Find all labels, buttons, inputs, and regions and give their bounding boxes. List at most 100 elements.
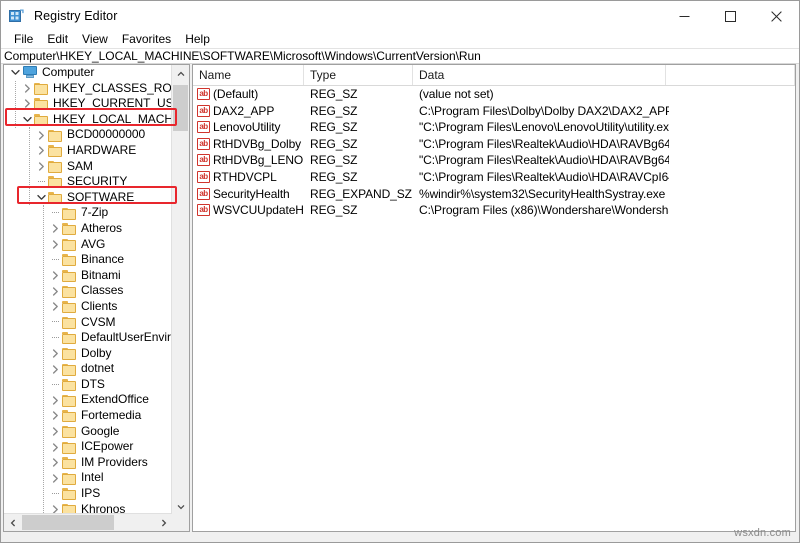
tree-item-atheros[interactable]: Atheros	[4, 221, 172, 237]
chevron-up-icon	[177, 71, 185, 77]
maximize-button[interactable]	[707, 1, 753, 31]
chevron-down-icon[interactable]	[34, 190, 48, 206]
value-row[interactable]: abRtHDVBg_DolbyREG_SZ"C:\Program Files\R…	[193, 136, 795, 153]
chevron-right-icon[interactable]	[34, 127, 48, 143]
tree-item-im-providers[interactable]: IM Providers	[4, 455, 172, 471]
tree-item-dotnet[interactable]: dotnet	[4, 361, 172, 377]
chevron-right-icon[interactable]	[34, 159, 48, 175]
tree-item-classes[interactable]: Classes	[4, 283, 172, 299]
value-row[interactable]: abLenovoUtilityREG_SZ"C:\Program Files\L…	[193, 119, 795, 136]
tree-item-hkey-current-user[interactable]: HKEY_CURRENT_USER	[4, 96, 172, 112]
tree-leaf-connector	[34, 174, 48, 190]
tree-item-defaultuserenvironn[interactable]: DefaultUserEnvironn	[4, 330, 172, 346]
tree-item-label: dotnet	[81, 361, 114, 377]
menu-item-help[interactable]: Help	[178, 31, 217, 48]
chevron-right-icon[interactable]	[48, 283, 62, 299]
chevron-right-icon[interactable]	[48, 221, 62, 237]
minimize-button[interactable]	[661, 1, 707, 31]
folder-icon	[62, 253, 77, 266]
value-row[interactable]: ab(Default)REG_SZ(value not set)	[193, 86, 795, 103]
chevron-right-icon[interactable]	[48, 392, 62, 408]
tree-item-extendoffice[interactable]: ExtendOffice	[4, 392, 172, 408]
tree-horizontal-scroll-thumb[interactable]	[22, 515, 114, 530]
tree-item-label: HKEY_CURRENT_USER	[53, 96, 172, 112]
chevron-right-icon[interactable]	[48, 455, 62, 471]
values-list[interactable]: ab(Default)REG_SZ(value not set)abDAX2_A…	[193, 86, 795, 219]
chevron-right-icon[interactable]	[48, 408, 62, 424]
tree-horizontal-scrollbar[interactable]	[4, 513, 172, 531]
registry-editor-window: Registry Editor File Edit V	[0, 0, 800, 543]
tree-item-7-zip[interactable]: 7-Zip	[4, 205, 172, 221]
chevron-right-icon[interactable]	[48, 299, 62, 315]
string-value-icon: ab	[197, 204, 210, 216]
value-row[interactable]: abWSVCUUpdateH...REG_SZC:\Program Files …	[193, 202, 795, 219]
value-row[interactable]: abSecurityHealthREG_EXPAND_SZ%windir%\sy…	[193, 186, 795, 203]
tree-scroll-right-button[interactable]	[155, 514, 172, 531]
tree-leaf-connector	[48, 252, 62, 268]
tree-item-hkey-classes-root[interactable]: HKEY_CLASSES_ROOT	[4, 81, 172, 97]
chevron-right-icon[interactable]	[48, 361, 62, 377]
tree-item-label: Atheros	[81, 221, 122, 237]
tree-vertical-scrollbar[interactable]	[171, 65, 189, 515]
tree-connector-line	[29, 127, 30, 205]
chevron-right-icon[interactable]	[48, 237, 62, 253]
tree-item-icepower[interactable]: ICEpower	[4, 439, 172, 455]
menu-item-favorites[interactable]: Favorites	[115, 31, 178, 48]
tree-item-label: ICEpower	[81, 439, 133, 455]
chevron-right-icon[interactable]	[20, 81, 34, 97]
value-type: REG_SZ	[310, 169, 415, 186]
tree-item-dolby[interactable]: Dolby	[4, 346, 172, 362]
string-value-icon: ab	[197, 121, 210, 133]
tree-item-label: Google	[81, 424, 119, 440]
computer-icon	[22, 66, 38, 79]
tree-item-computer[interactable]: Computer	[4, 65, 172, 81]
value-type: REG_SZ	[310, 103, 415, 120]
chevron-right-icon[interactable]	[48, 424, 62, 440]
menu-item-view[interactable]: View	[75, 31, 115, 48]
column-header-type[interactable]: Type	[304, 65, 413, 85]
tree-item-label: SECURITY	[67, 174, 127, 190]
value-data: C:\Program Files\Dolby\Dolby DAX2\DAX2_A…	[419, 103, 669, 120]
chevron-right-icon[interactable]	[48, 470, 62, 486]
minimize-icon	[679, 11, 690, 22]
tree-scroll-up-button[interactable]	[172, 65, 189, 82]
column-header-name[interactable]: Name	[193, 65, 304, 85]
chevron-right-icon[interactable]	[48, 268, 62, 284]
chevron-down-icon[interactable]	[8, 65, 22, 81]
tree-item-label: Bitnami	[81, 268, 121, 284]
tree-item-dts[interactable]: DTS	[4, 377, 172, 393]
chevron-right-icon[interactable]	[48, 439, 62, 455]
value-row[interactable]: abRTHDVCPLREG_SZ"C:\Program Files\Realte…	[193, 169, 795, 186]
value-row[interactable]: abRtHDVBg_LENO...REG_SZ"C:\Program Files…	[193, 152, 795, 169]
column-header-data[interactable]: Data	[413, 65, 666, 85]
chevron-right-icon[interactable]	[20, 96, 34, 112]
tree-item-ips[interactable]: IPS	[4, 486, 172, 502]
tree-item-cvsm[interactable]: CVSM	[4, 315, 172, 331]
menu-item-edit[interactable]: Edit	[40, 31, 75, 48]
registry-editor-icon	[9, 8, 25, 24]
tree-item-label: Computer	[42, 65, 94, 81]
chevron-right-icon[interactable]	[48, 346, 62, 362]
tree-item-bitnami[interactable]: Bitnami	[4, 268, 172, 284]
tree-vertical-scroll-thumb[interactable]	[173, 85, 188, 131]
address-bar[interactable]: Computer\HKEY_LOCAL_MACHINE\SOFTWARE\Mic…	[1, 48, 799, 64]
tree-item-binance[interactable]: Binance	[4, 252, 172, 268]
tree-item-avg[interactable]: AVG	[4, 237, 172, 253]
chevron-down-icon[interactable]	[20, 112, 34, 128]
tree-scroll-down-button[interactable]	[172, 498, 189, 515]
chevron-right-icon[interactable]	[34, 143, 48, 159]
tree-item-fortemedia[interactable]: Fortemedia	[4, 408, 172, 424]
window-controls	[661, 1, 799, 31]
close-button[interactable]	[753, 1, 799, 31]
tree-item-clients[interactable]: Clients	[4, 299, 172, 315]
tree-leaf-connector	[48, 330, 62, 346]
menu-item-file[interactable]: File	[7, 31, 40, 48]
tree-scroll-left-button[interactable]	[4, 514, 21, 531]
value-type: REG_SZ	[310, 136, 415, 153]
close-icon	[771, 11, 782, 22]
value-row[interactable]: abDAX2_APPREG_SZC:\Program Files\Dolby\D…	[193, 103, 795, 120]
tree-item-intel[interactable]: Intel	[4, 470, 172, 486]
tree-item-google[interactable]: Google	[4, 424, 172, 440]
tree-item-hkey-local-machine[interactable]: HKEY_LOCAL_MACHINE	[4, 112, 172, 128]
registry-tree[interactable]: ComputerHKEY_CLASSES_ROOTHKEY_CURRENT_US…	[4, 65, 172, 515]
